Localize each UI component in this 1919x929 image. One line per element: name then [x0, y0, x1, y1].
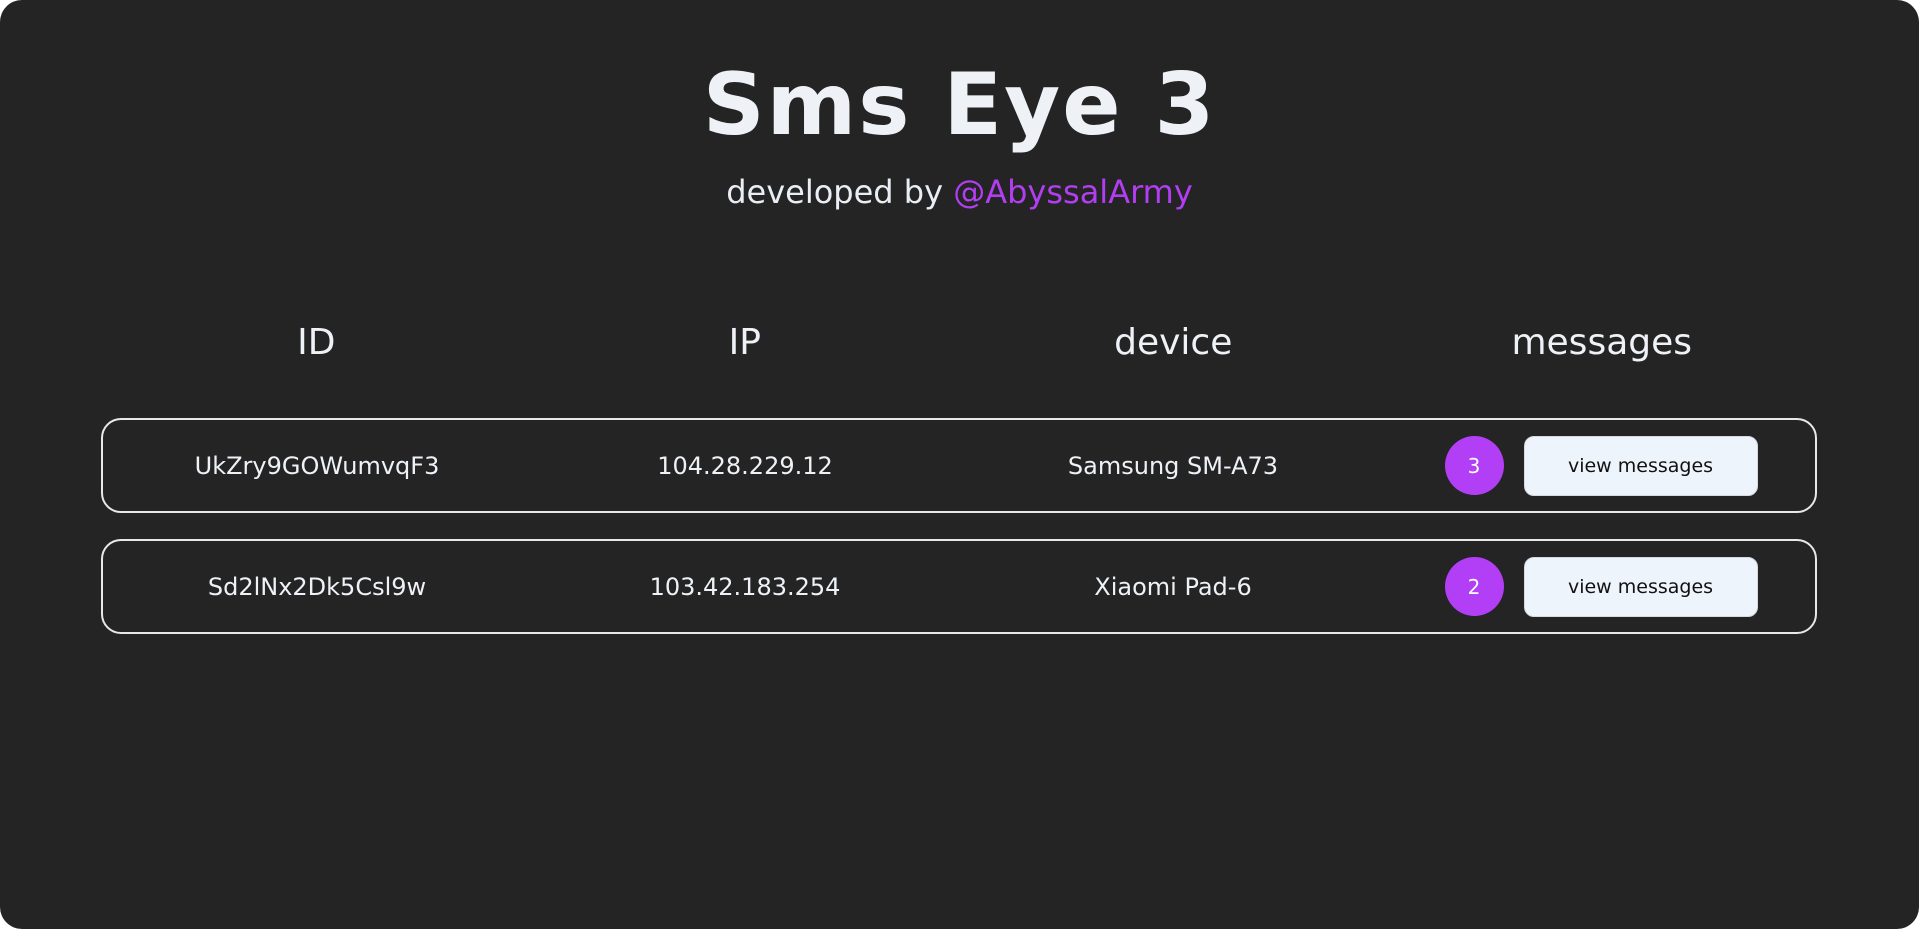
developer-handle-link[interactable]: @AbyssalArmy	[953, 173, 1193, 211]
table-row: Sd2lNx2Dk5Csl9w 103.42.183.254 Xiaomi Pa…	[101, 539, 1817, 634]
page-subtitle: developed by @AbyssalArmy	[0, 172, 1919, 212]
subtitle-prefix: developed by	[726, 173, 954, 211]
column-header-ip: IP	[728, 322, 761, 363]
page-title: Sms Eye 3	[702, 55, 1217, 155]
table-header: ID IP device messages	[102, 318, 1816, 368]
row-messages: 2 view messages	[1387, 556, 1815, 617]
row-ip: 104.28.229.12	[657, 451, 833, 480]
view-messages-button[interactable]: view messages	[1523, 435, 1758, 496]
message-count-badge: 3	[1444, 436, 1504, 495]
app-window: Sms Eye 3 developed by @AbyssalArmy ID I…	[0, 0, 1919, 929]
row-device: Xiaomi Pad-6	[1094, 572, 1252, 601]
column-header-device: device	[1114, 322, 1233, 363]
message-count-badge: 2	[1444, 557, 1504, 616]
view-messages-button[interactable]: view messages	[1523, 556, 1758, 617]
row-id: UkZry9GOWumvqF3	[194, 451, 440, 480]
table-row: UkZry9GOWumvqF3 104.28.229.12 Samsung SM…	[101, 418, 1817, 513]
row-ip: 103.42.183.254	[649, 572, 841, 601]
row-id: Sd2lNx2Dk5Csl9w	[207, 572, 427, 601]
row-device: Samsung SM-A73	[1067, 451, 1279, 480]
column-header-id: ID	[297, 322, 336, 363]
row-messages: 3 view messages	[1387, 435, 1815, 496]
column-header-messages: messages	[1511, 322, 1693, 363]
